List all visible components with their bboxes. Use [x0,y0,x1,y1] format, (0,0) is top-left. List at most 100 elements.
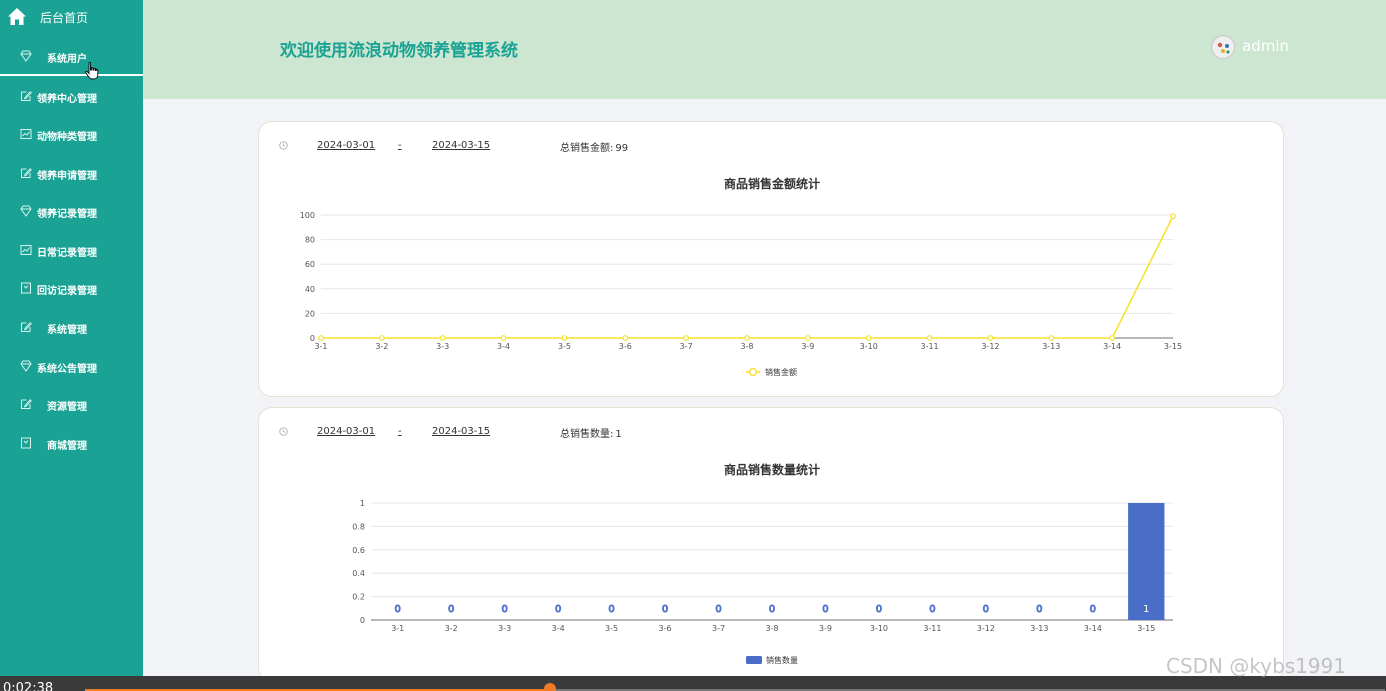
x-tick-label: 3-12 [977,624,995,633]
sidebar-item-9[interactable]: 资源管理 [0,386,143,424]
data-point [744,335,750,341]
x-tick-label: 3-3 [498,624,511,633]
video-progress-bar[interactable]: 0:02:38 [0,676,1386,691]
x-tick-label: 3-4 [497,342,510,351]
x-tick-label: 3-7 [680,342,693,351]
y-tick-label: 60 [305,260,315,269]
sidebar-item-label: 领养记录管理 [37,209,97,220]
data-label: 1 [1143,604,1149,615]
bookmark-icon [21,437,31,449]
edit-icon [21,91,32,101]
video-time: 0:02:38 [3,681,54,691]
x-tick-label: 3-10 [870,624,888,633]
data-label: 0 [715,604,721,615]
sidebar-item-label: 日常记录管理 [37,248,97,259]
sidebar-home[interactable]: 后台首页 [0,0,143,34]
x-tick-label: 3-13 [1042,342,1060,351]
sidebar-item-8[interactable]: 系统公告管理 [0,348,143,386]
y-tick-label: 0 [360,616,365,625]
chart-icon [20,129,32,139]
x-tick-label: 3-8 [765,624,778,633]
page-title: 欢迎使用流浪动物领养管理系统 [280,41,518,61]
y-tick-label: 1 [360,499,365,508]
sidebar-item-7[interactable]: 系统管理 [0,309,143,347]
y-tick-label: 0.4 [352,569,365,578]
sidebar-item-label: 系统用户 [47,54,87,65]
data-point [804,335,811,341]
watermark: CSDN @kybs1991 [1166,654,1347,678]
sidebar-item-3[interactable]: 领养申请管理 [0,155,143,193]
data-label: 0 [555,604,561,615]
data-point [622,335,629,341]
chart-icon [20,245,32,255]
edit-icon [21,399,32,409]
legend-label: 销售金额 [765,367,797,377]
data-bar [1128,503,1165,620]
bookmark-icon [21,282,31,294]
video-scrubber-handle[interactable] [544,683,557,691]
legend-marker [746,656,762,664]
x-tick-label: 3-5 [558,342,571,351]
x-tick-label: 3-12 [981,342,999,351]
sidebar-item-4[interactable]: 领养记录管理 [0,193,143,231]
x-tick-label: 3-11 [920,342,938,351]
data-point [987,335,994,341]
x-tick-label: 3-6 [659,624,672,633]
y-tick-label: 100 [300,211,315,220]
y-tick-label: 0.2 [352,593,365,602]
sidebar-item-label: 资源管理 [47,402,87,413]
y-tick-label: 0.8 [352,522,365,531]
data-point [1048,335,1055,341]
sidebar-item-2[interactable]: 动物种类管理 [0,116,143,154]
edit-icon [21,322,32,332]
sidebar-item-1[interactable]: 领养中心管理 [0,78,143,116]
data-point [439,335,446,341]
home-icon [8,8,26,25]
data-label: 0 [1036,604,1042,615]
avatar-icon [1213,37,1234,58]
data-point [378,335,385,341]
data-label: 0 [608,604,614,615]
top-header: 欢迎使用流浪动物领养管理系统 admin [143,0,1386,99]
sidebar-home-label: 后台首页 [40,11,89,25]
x-tick-label: 3-9 [819,624,832,633]
legend-marker [748,367,758,377]
x-tick-label: 3-14 [1103,342,1121,351]
x-tick-label: 3-7 [712,624,725,633]
chart-title: 商品销售金额统计 [724,176,820,191]
data-point [926,335,933,341]
data-label: 0 [1090,604,1096,615]
sidebar-item-0[interactable]: 系统用户 [0,38,143,76]
user-name[interactable]: admin [1242,37,1289,55]
sidebar-item-label: 商城管理 [47,441,87,452]
data-label: 0 [395,604,401,615]
sales-amount-chart: 商品销售金额统计0204060801003-1 3-2 3-3 3-4 3-5 3-6 3-… [300,176,1182,377]
x-tick-label: 3-3 [436,342,449,351]
x-tick-label: 3-1 [391,624,404,633]
y-tick-label: 40 [305,285,315,294]
sales-amount-card: 2024-03-01 - 2024-03-15 总销售金额: 99 商品销售金额统… [258,121,1284,397]
gem-icon [20,360,32,372]
sales-quantity-card: 2024-03-01 - 2024-03-15 总销售数量: 1 商品销售数量统计… [258,407,1284,682]
y-tick-label: 0.6 [352,546,365,555]
sales-quantity-chart: 商品销售数量统计 0 0.2 0.4 0.6 0.8 1 3-1 3-2 3-3 3-4 3-5 3-6… [352,462,1173,665]
sidebar-item-6[interactable]: 回访记录管理 [0,270,143,308]
y-tick-label: 80 [305,236,315,245]
data-label: 0 [769,604,775,615]
sidebar-item-5[interactable]: 日常记录管理 [0,232,143,270]
data-label: 0 [876,604,882,615]
pointer-cursor-icon [85,62,99,80]
data-point [561,335,568,341]
gem-icon [20,50,32,62]
legend-label: 销售数量 [766,655,798,665]
sidebar-item-10[interactable]: 商城管理 [0,425,143,463]
data-point [865,335,872,341]
x-tick-label: 3-2 [445,624,458,633]
x-tick-label: 3-10 [860,342,878,351]
sidebar-item-label: 回访记录管理 [37,286,97,297]
x-tick-label: 3-5 [605,624,618,633]
x-tick-label: 3-13 [1030,624,1048,633]
avatar[interactable] [1211,35,1235,59]
x-tick-label: 3-8 [740,342,753,351]
data-label: 0 [501,604,507,615]
